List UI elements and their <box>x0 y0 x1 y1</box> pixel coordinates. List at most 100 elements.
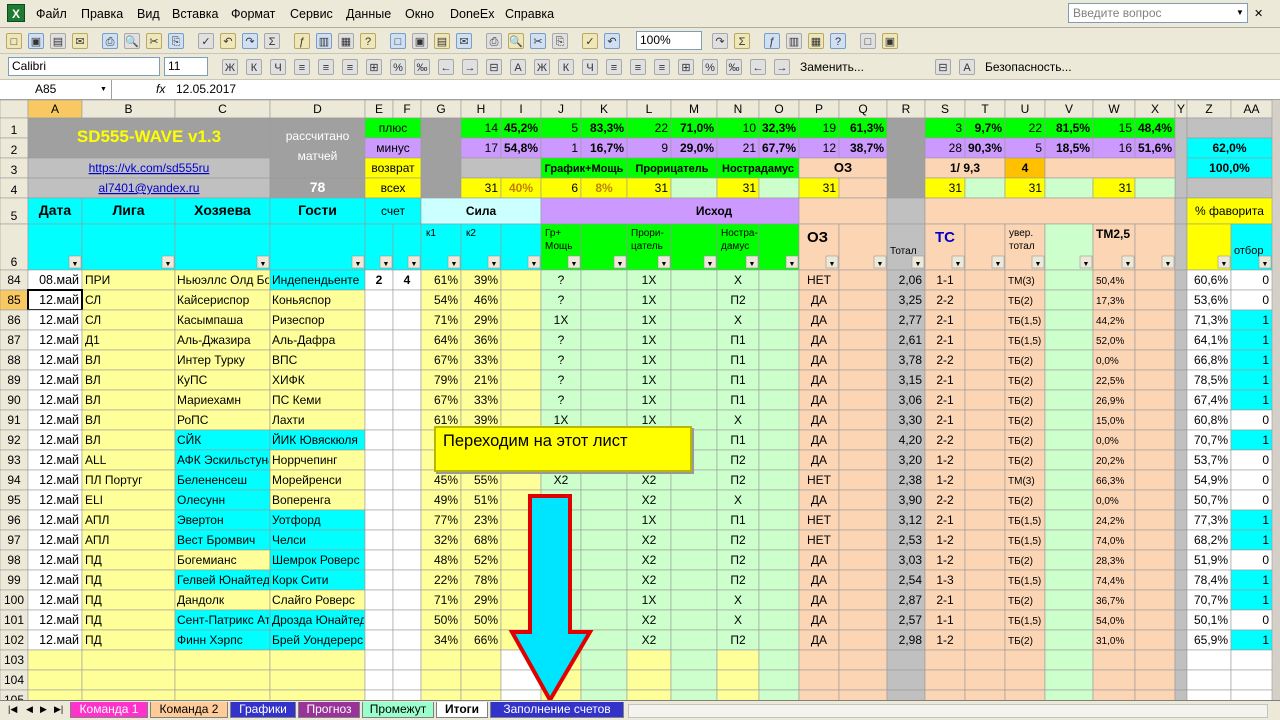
cell-background[interactable] <box>758 289 800 311</box>
toolbar-icon[interactable]: □ <box>6 33 22 49</box>
cell-background[interactable] <box>886 197 926 225</box>
cell-background[interactable] <box>1044 409 1094 431</box>
cell-background[interactable] <box>1174 329 1188 351</box>
toolbar-icon[interactable]: ✂ <box>530 33 546 49</box>
cell-background[interactable] <box>1134 269 1176 291</box>
cell-background[interactable] <box>1174 389 1188 411</box>
cell-background[interactable] <box>500 269 542 291</box>
format-icon[interactable]: ≡ <box>342 59 358 75</box>
empty-cell[interactable] <box>392 649 422 671</box>
cell-background[interactable] <box>964 349 1006 371</box>
format-icon[interactable]: ⊟ <box>935 59 951 75</box>
empty-cell[interactable] <box>27 689 83 700</box>
cell-background[interactable] <box>758 609 800 631</box>
empty-cell[interactable] <box>460 669 502 691</box>
cell-background[interactable] <box>1174 549 1188 571</box>
empty-cell[interactable] <box>420 669 462 691</box>
menu-format[interactable]: Формат <box>231 7 275 21</box>
cell-background[interactable] <box>964 389 1006 411</box>
cell-background[interactable] <box>500 309 542 331</box>
cell-background[interactable] <box>392 349 422 371</box>
empty-cell[interactable] <box>1174 649 1188 671</box>
cell-background[interactable] <box>1044 589 1094 611</box>
sheet-tab-charts[interactable]: Графики <box>230 702 296 718</box>
empty-cell[interactable] <box>1044 649 1094 671</box>
format-icon[interactable]: → <box>462 59 478 75</box>
cell-background[interactable] <box>964 309 1006 331</box>
cell-background[interactable] <box>964 529 1006 551</box>
cell-background[interactable] <box>1134 489 1176 511</box>
cell-background[interactable] <box>964 269 1006 291</box>
cell-background[interactable] <box>838 549 888 571</box>
format-icon[interactable]: A <box>959 59 975 75</box>
cell-background[interactable] <box>1134 289 1176 311</box>
next-sheet-icon[interactable]: ▶ <box>40 704 47 715</box>
cell-background[interactable] <box>886 117 926 199</box>
cell-background[interactable] <box>1044 629 1094 651</box>
cell-background[interactable] <box>1174 369 1188 391</box>
cell-background[interactable] <box>670 177 718 199</box>
empty-cell[interactable] <box>1134 689 1176 700</box>
toolbar-icon[interactable]: 🔍 <box>124 33 140 49</box>
sheet-tab-team2[interactable]: Команда 2 <box>150 702 228 718</box>
toolbar-icon[interactable]: ⎙ <box>102 33 118 49</box>
cell-background[interactable] <box>1044 177 1094 199</box>
empty-cell[interactable] <box>626 649 672 671</box>
sheet-tab-results[interactable]: Итоги <box>436 702 488 718</box>
cell-background[interactable] <box>364 489 394 511</box>
cell-background[interactable] <box>758 349 800 371</box>
empty-cell[interactable] <box>1092 649 1136 671</box>
cell-background[interactable] <box>364 369 394 391</box>
cell-background[interactable] <box>392 429 422 451</box>
cell-background[interactable] <box>1174 409 1188 431</box>
cell-background[interactable] <box>838 629 888 651</box>
cell-background[interactable] <box>392 469 422 491</box>
cell-background[interactable] <box>670 569 718 591</box>
cell-background[interactable] <box>670 349 718 371</box>
empty-cell[interactable] <box>460 649 502 671</box>
cell-background[interactable] <box>1174 569 1188 591</box>
cell-background[interactable] <box>1186 117 1273 139</box>
cell-background[interactable] <box>500 469 542 491</box>
empty-cell[interactable] <box>420 689 462 700</box>
menu-edit[interactable]: Правка <box>81 7 123 21</box>
format-icon[interactable]: ← <box>438 59 454 75</box>
header-cell[interactable] <box>1174 223 1188 271</box>
cell-background[interactable] <box>1134 329 1176 351</box>
cell-background[interactable] <box>798 197 888 225</box>
cell-background[interactable] <box>964 289 1006 311</box>
header-cell[interactable] <box>174 223 271 271</box>
cell-background[interactable] <box>364 329 394 351</box>
cell-background[interactable] <box>838 269 888 291</box>
cell-background[interactable] <box>1174 529 1188 551</box>
cell-background[interactable] <box>670 329 718 351</box>
cell-background[interactable] <box>364 469 394 491</box>
cell-background[interactable] <box>964 429 1006 451</box>
name-box-dropdown-icon[interactable]: ▼ <box>100 86 107 93</box>
cell-background[interactable] <box>1134 509 1176 531</box>
toolbar-icon[interactable]: ✓ <box>582 33 598 49</box>
toolbar-icon[interactable]: ▥ <box>316 33 332 49</box>
cell-background[interactable] <box>392 589 422 611</box>
calc-label-cell[interactable] <box>269 117 366 179</box>
cell-background[interactable] <box>364 629 394 651</box>
cell-background[interactable] <box>1134 529 1176 551</box>
format-icon[interactable]: ‰ <box>414 59 430 75</box>
cell-background[interactable] <box>670 549 718 571</box>
cell-background[interactable] <box>1044 449 1094 471</box>
cell-background[interactable] <box>670 469 718 491</box>
corner-cell[interactable] <box>0 100 29 119</box>
format-icon[interactable]: Ч <box>270 59 286 75</box>
cell-background[interactable] <box>364 589 394 611</box>
empty-cell[interactable] <box>798 649 840 671</box>
cell-background[interactable] <box>392 529 422 551</box>
empty-cell[interactable] <box>924 689 966 700</box>
cell-background[interactable] <box>1134 609 1176 631</box>
cell-background[interactable] <box>670 589 718 611</box>
cell-background[interactable] <box>1134 369 1176 391</box>
cell-background[interactable] <box>1044 569 1094 591</box>
cell-background[interactable] <box>758 309 800 331</box>
toolbar-icon[interactable]: ƒ <box>764 33 780 49</box>
format-icon[interactable]: Ж <box>222 59 238 75</box>
cell-background[interactable] <box>758 409 800 431</box>
